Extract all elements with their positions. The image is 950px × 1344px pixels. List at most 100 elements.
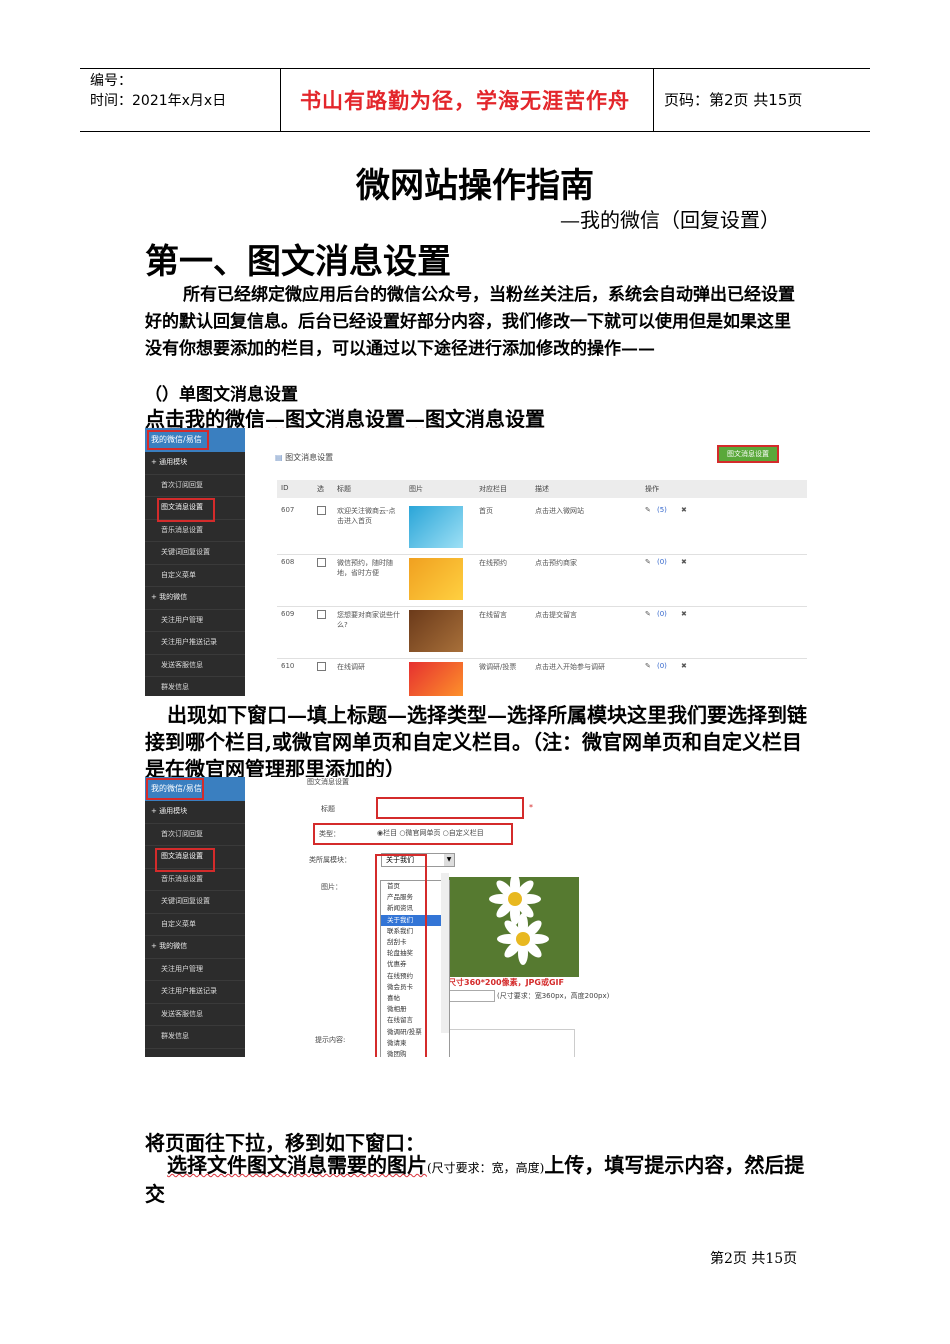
paragraph-4-start: 选择文件图文消息需要的图片 [167, 1153, 427, 1177]
column-header: 描述 [535, 485, 549, 493]
row-title: 微信预约，随时随地，省时方便 [337, 559, 393, 577]
type-radio-group[interactable]: ◉栏目 ○微官网单页 ○自定义栏目 [377, 828, 484, 838]
delete-icon[interactable]: ✖ [681, 610, 687, 618]
edit-icon[interactable]: ✎ [645, 506, 651, 514]
edit-icon[interactable]: ✎ [645, 610, 651, 618]
highlight-box [146, 778, 204, 800]
flower-icon [445, 873, 579, 977]
table-row: 608 微信预约，随时随地，省时方便 在线预约 点击预约商家 ✎ (0) ✖ [277, 554, 807, 607]
row-ops-count[interactable]: (0) [657, 662, 667, 670]
page-subtitle: —我的微信（回复设置） [560, 208, 780, 232]
sidebar-group[interactable]: + 我的微信 [145, 587, 245, 610]
title-input[interactable] [376, 797, 524, 819]
edit-icon[interactable]: ✎ [645, 662, 651, 670]
row-ops-count[interactable]: (0) [657, 610, 667, 618]
row-thumbnail [409, 506, 463, 548]
sidebar-item[interactable]: 发送客服信息 [145, 1004, 245, 1026]
sidebar-item[interactable]: 发送客服信息 [145, 655, 245, 677]
edit-icon[interactable]: ✎ [645, 558, 651, 566]
delete-icon[interactable]: ✖ [681, 558, 687, 566]
row-description: 点击进入开始参与调研 [535, 663, 605, 671]
row-thumbnail [409, 610, 463, 652]
screenshot-edit-form: 我的微信/易信 + 通用模块 首次订阅回复 图文消息设置 音乐消息设置 关键词回复设置自… [145, 777, 807, 1057]
column-header: 图片 [409, 485, 423, 493]
row-title: 您想要对商家说些什么? [337, 611, 400, 629]
sidebar-item[interactable]: 群发信息 [145, 1026, 245, 1049]
sidebar-item[interactable]: 首次订阅回复 [145, 475, 245, 497]
sidebar-item[interactable]: 自定义菜单 [145, 914, 245, 936]
sidebar: 我的微信/易信 + 通用模块 首次订阅回复 图文消息设置 音乐消息设置 关键词回复设置自… [145, 428, 245, 696]
delete-icon[interactable]: ✖ [681, 662, 687, 670]
row-thumbnail [409, 662, 463, 696]
sidebar-item[interactable]: 关键词回复设置 [145, 891, 245, 914]
page-header: 编号： 时间：2021年x月x日 书山有路勤为径，学海无涯苦作舟 页码：第2页 … [80, 68, 870, 132]
add-message-button[interactable]: 图文消息设置 [717, 445, 779, 463]
title-label: 标题 [321, 805, 335, 813]
row-checkbox[interactable] [317, 506, 326, 515]
row-checkbox[interactable] [317, 662, 326, 671]
size-requirement: (尺寸要求：宽360px，高度200px) [497, 992, 610, 1000]
header-divider [653, 69, 654, 131]
highlight-box [147, 430, 209, 450]
row-checkbox[interactable] [317, 610, 326, 619]
header-divider [280, 69, 281, 131]
row-id: 607 [281, 506, 295, 514]
size-note: 尺寸360*200像素，JPG或GIF [448, 978, 564, 987]
header-meta: 编号： 时间：2021年x月x日 [90, 71, 226, 111]
list-icon: ▤ [275, 453, 283, 462]
paragraph-4-size-note: (尺寸要求：宽，高度) [427, 1161, 545, 1175]
content-title: ▤ 图文消息设置 [275, 453, 334, 462]
row-checkbox[interactable] [317, 558, 326, 567]
type-label: 类型： [319, 830, 340, 838]
intro-paragraph: 所有已经绑定微应用后台的微信公众号，当粉丝关注后，系统会自动弹出已经设置好的默认… [145, 285, 795, 359]
row-thumbnail [409, 558, 463, 600]
column-header: ID [281, 484, 289, 492]
row-id: 609 [281, 610, 295, 618]
sidebar-item[interactable]: 关注用户管理 [145, 959, 245, 981]
sidebar-item[interactable]: 关注用户推送记录 [145, 981, 245, 1004]
sidebar-group[interactable]: + 通用模块 [145, 801, 245, 824]
row-column: 首页 [479, 507, 493, 515]
row-title: 在线调研 [337, 663, 365, 671]
sidebar-group[interactable]: + 我的微信 [145, 936, 245, 959]
header-motto: 书山有路勤为径，学海无涯苦作舟 [300, 88, 630, 113]
highlight-box [155, 848, 215, 872]
column-header: 标题 [337, 485, 351, 493]
file-path-input[interactable] [445, 990, 495, 1002]
sidebar-item[interactable]: 自定义菜单 [145, 565, 245, 587]
sidebar-item[interactable]: 音乐消息设置 [145, 520, 245, 542]
page-footer: 第2页 共15页 [710, 1251, 798, 1267]
row-column: 在线预约 [479, 559, 507, 567]
dropdown-highlight [375, 854, 427, 1057]
form-title: 图文消息设置 [307, 778, 349, 786]
sidebar-item[interactable]: 关注用户管理 [145, 610, 245, 632]
hint-textarea[interactable] [445, 1029, 575, 1057]
row-ops-count[interactable]: (5) [657, 506, 667, 514]
chevron-down-icon[interactable]: ▼ [444, 854, 454, 866]
highlight-box [157, 498, 215, 522]
doc-time-label: 时间：2021年x月x日 [90, 93, 227, 109]
sidebar-item[interactable]: 关注用户推送记录 [145, 632, 245, 655]
row-column: 在线留言 [479, 611, 507, 619]
row-ops-count[interactable]: (0) [657, 558, 667, 566]
row-title: 欢迎关注微商云-点击进入首页 [337, 507, 396, 525]
screenshot-message-list: 我的微信/易信 + 通用模块 首次订阅回复 图文消息设置 音乐消息设置 关键词回复设置自… [145, 428, 807, 696]
row-column: 微调研/投票 [479, 663, 517, 671]
section-heading: 第一、图文消息设置 [145, 242, 451, 282]
sidebar-group[interactable]: + 通用模块 [145, 452, 245, 475]
sidebar-item[interactable]: 关键词回复设置 [145, 542, 245, 565]
table-row: 609 您想要对商家说些什么? 在线留言 点击提交留言 ✎ (0) ✖ [277, 606, 807, 659]
sidebar-item[interactable]: 群发信息 [145, 677, 245, 696]
delete-icon[interactable]: ✖ [681, 506, 687, 514]
hint-label: 提示内容: [315, 1036, 346, 1044]
sub-heading: （）单图文消息设置 [145, 385, 298, 405]
dropdown-scrollbar[interactable] [441, 873, 449, 1033]
daisy-image [445, 873, 579, 977]
module-label: 类所属模块： [309, 856, 351, 864]
table-row: 607 欢迎关注微商云-点击进入首页 首页 点击进入微网站 ✎ (5) ✖ [277, 502, 807, 555]
image-label: 图片： [321, 883, 342, 891]
column-header: 操作 [645, 485, 659, 493]
row-description: 点击进入微网站 [535, 507, 584, 515]
sidebar-item[interactable]: 首次订阅回复 [145, 824, 245, 846]
row-id: 608 [281, 558, 295, 566]
